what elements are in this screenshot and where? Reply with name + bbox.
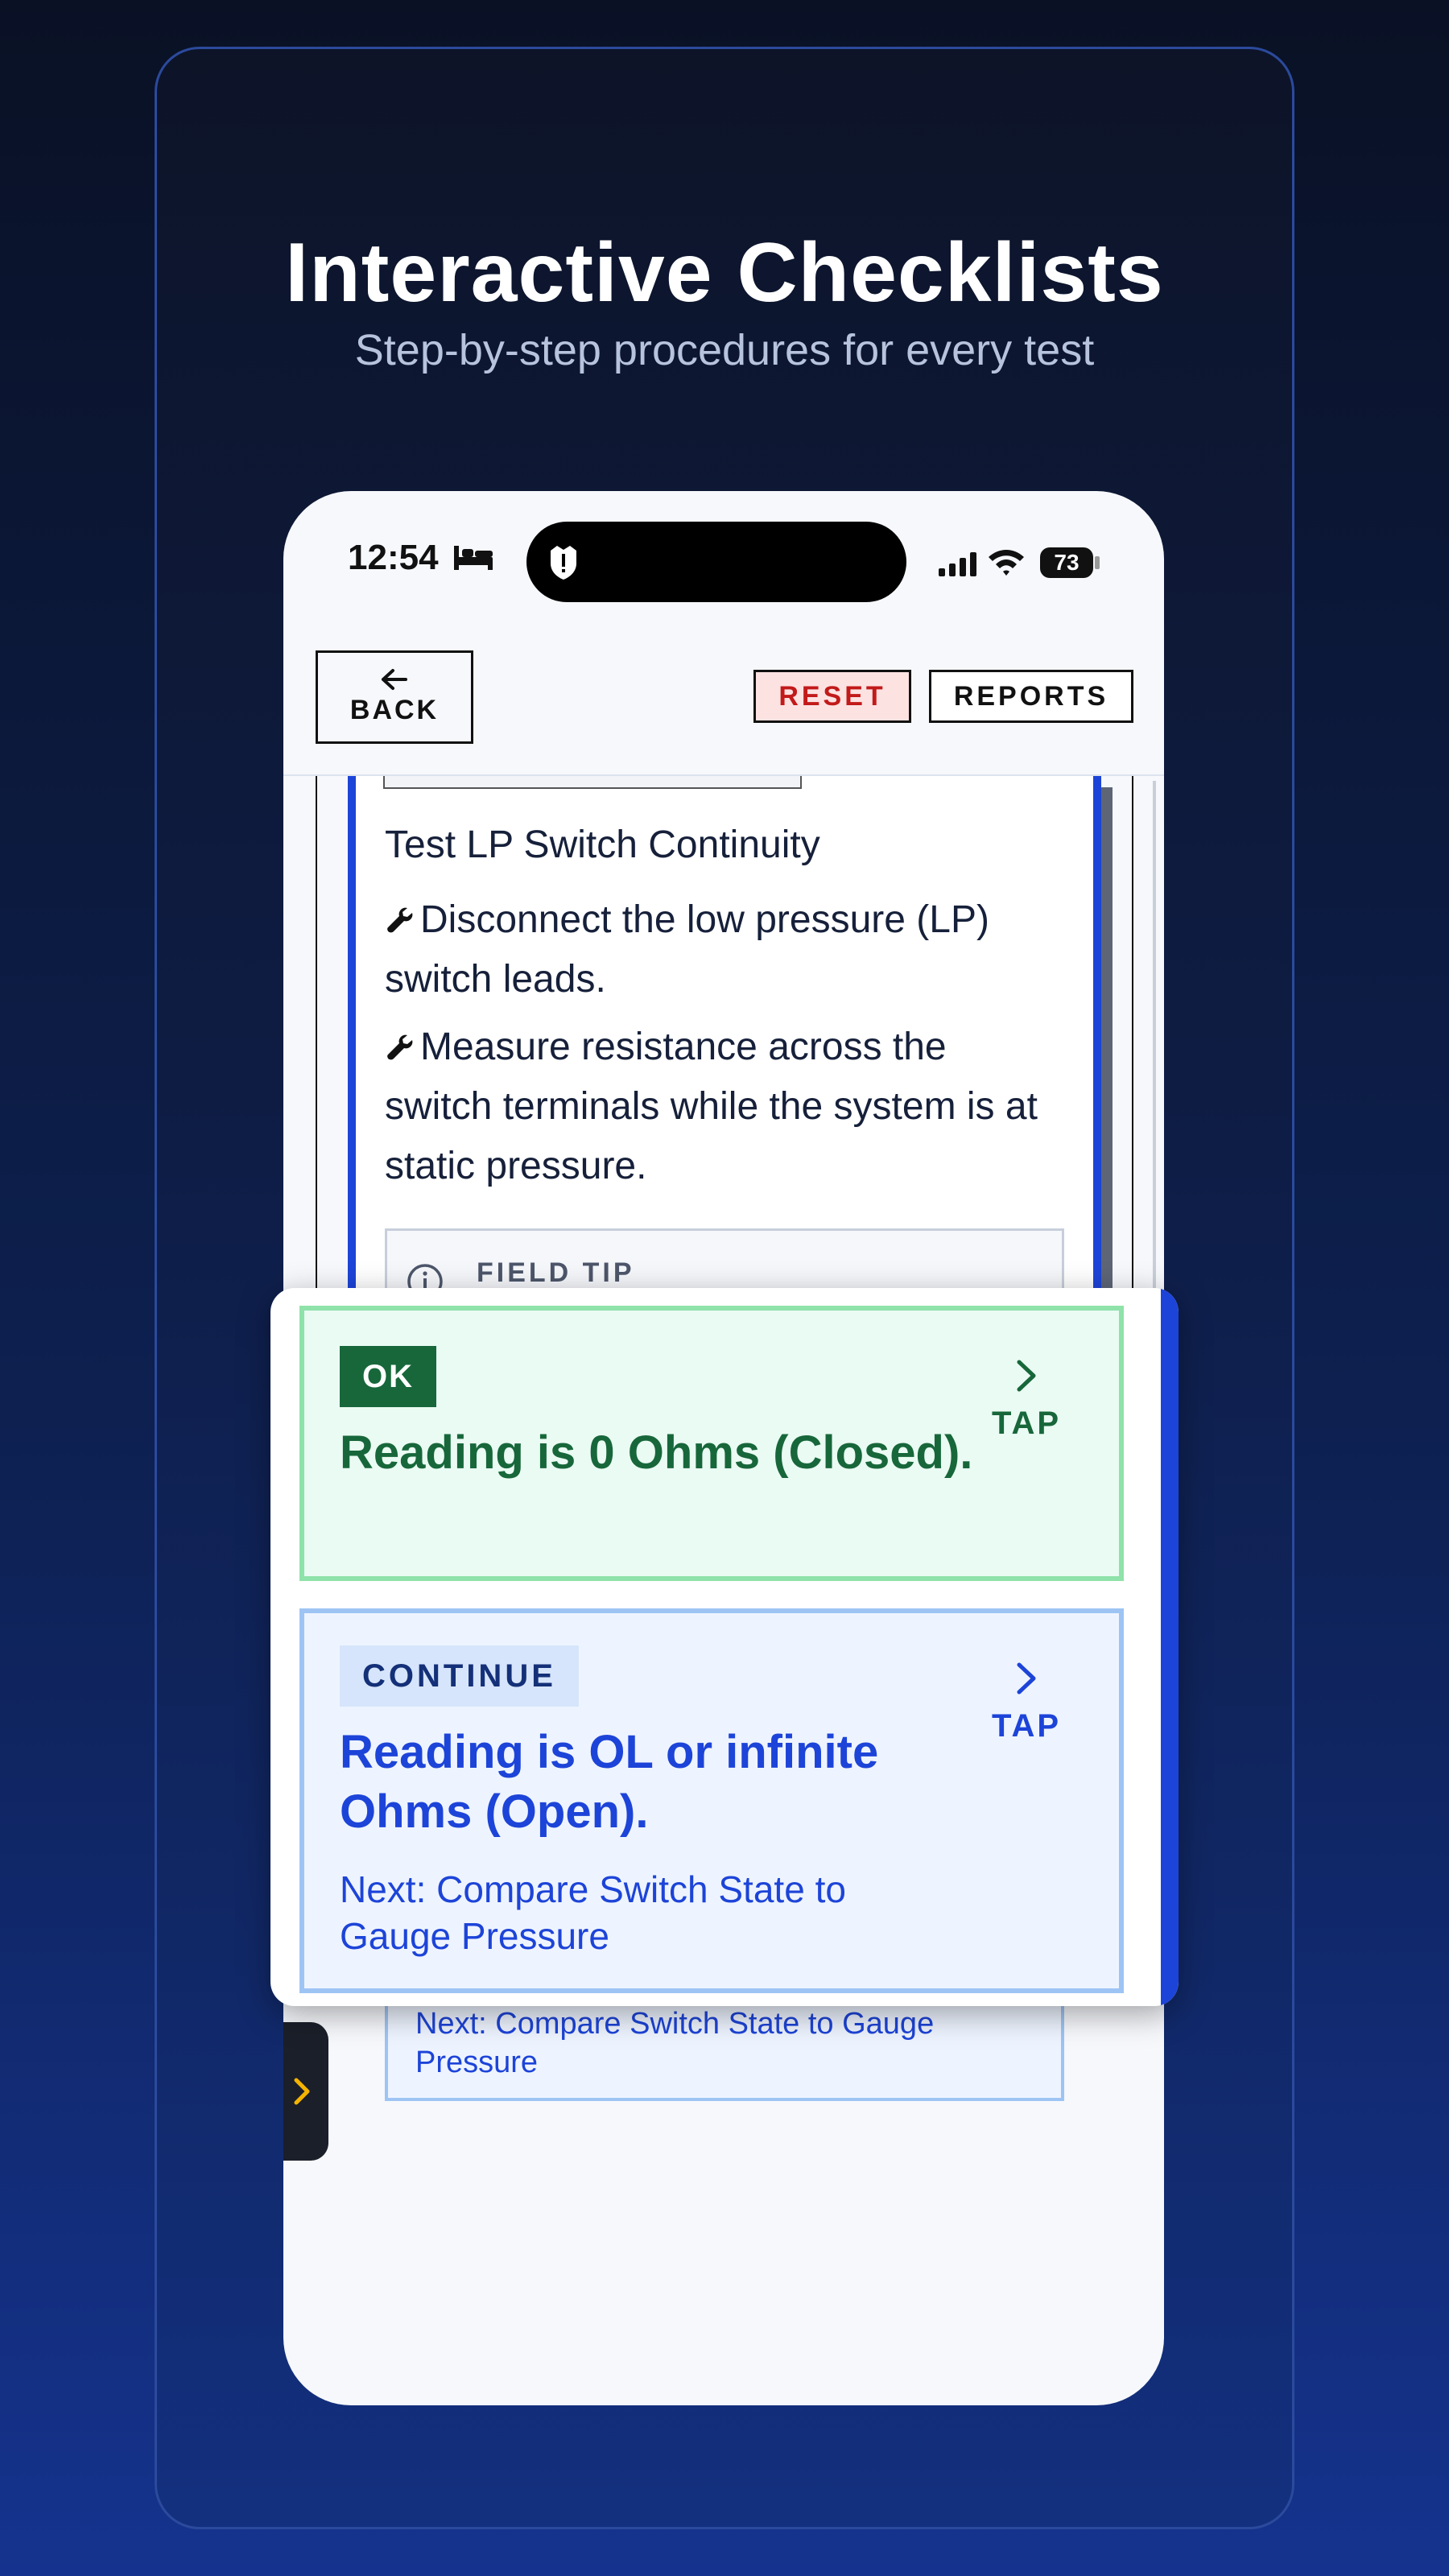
arrow-left-icon — [382, 669, 407, 690]
option-continue-title: Reading is OL or infinite Ohms (Open). — [340, 1726, 879, 1838]
back-label: BACK — [349, 695, 440, 725]
wifi-icon — [989, 550, 1024, 576]
instruction-1: Disconnect the low pressure (LP) switch … — [385, 890, 1061, 1009]
callout-accent-stripe — [1161, 1288, 1179, 2006]
status-time: 12:54 — [348, 538, 439, 577]
hero-title: Interactive Checklists — [285, 226, 1164, 320]
reports-button[interactable]: REPORTS — [929, 670, 1133, 723]
option-continue-tap[interactable]: TAP — [966, 1658, 1087, 1744]
step-title: Test LP Switch Continuity — [385, 824, 820, 866]
wrench-icon — [387, 907, 413, 933]
instruction-1-text: Disconnect the low pressure (LP) switch … — [385, 898, 989, 1001]
underlying-continue-next: Next: Compare Switch State to Gauge Pres… — [415, 2007, 935, 2079]
tap-label: TAP — [991, 1406, 1062, 1441]
instruction-2: Measure resistance across the switch ter… — [385, 1018, 1061, 1196]
tap-label: TAP — [991, 1708, 1062, 1744]
battery-indicator: 73 — [1040, 547, 1093, 578]
field-tip-label: FIELD TIP — [477, 1257, 635, 1288]
option-continue[interactable]: CONTINUE Reading is OL or infinite Ohms … — [299, 1608, 1124, 1993]
ok-badge: OK — [340, 1346, 436, 1407]
chevron-right-icon — [1017, 1662, 1036, 1695]
side-drawer-handle[interactable] — [283, 2022, 328, 2161]
option-continue-next: Next: Compare Switch State to Gauge Pres… — [340, 1868, 846, 1957]
dynamic-island — [526, 522, 906, 602]
options-callout: OK Reading is 0 Ohms (Closed). TAP CONTI… — [270, 1288, 1179, 2006]
option-ok-tap[interactable]: TAP — [966, 1356, 1087, 1442]
option-ok-title: Reading is 0 Ohms (Closed). — [340, 1426, 973, 1479]
instruction-2-text: Measure resistance across the switch ter… — [385, 1026, 1038, 1187]
cellular-signal-icon — [939, 552, 976, 576]
battery-tip — [1095, 556, 1100, 569]
chevron-right-icon — [1017, 1360, 1036, 1392]
hero-subtitle: Step-by-step procedures for every test — [354, 326, 1095, 374]
reset-button[interactable]: RESET — [753, 670, 911, 723]
continue-badge: CONTINUE — [340, 1645, 579, 1707]
back-button[interactable]: BACK — [316, 650, 473, 744]
chevron-right-icon — [294, 2078, 310, 2105]
bed-icon — [454, 546, 493, 570]
option-ok[interactable]: OK Reading is 0 Ohms (Closed). TAP — [299, 1306, 1124, 1581]
wrench-icon — [387, 1034, 413, 1060]
step-tab — [383, 776, 802, 789]
app-activity-icon — [551, 546, 576, 580]
